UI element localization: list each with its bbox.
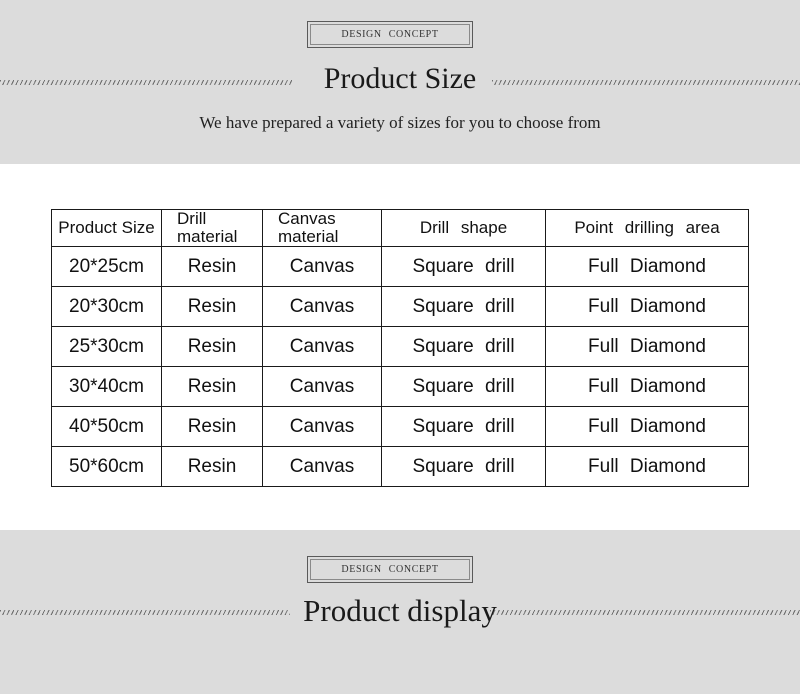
header-product-size: Product Size [51,209,162,247]
cell-drilling-area: Full Diamond [545,286,749,327]
cell-drill-material: Resin [161,406,263,447]
design-concept-label: DESIGN CONCEPT [341,564,439,575]
section-title: Product Size [323,62,477,95]
section-subtitle: We have prepared a variety of sizes for … [199,113,601,132]
cell-drill-shape: Square drill [381,286,546,327]
cell-drill-shape: Square drill [381,246,546,287]
table-row: 30*40cm Resin Canvas Square drill Full D… [51,366,749,407]
header-point-drilling-area: Point drilling area [545,209,749,247]
table-row: 50*60cm Resin Canvas Square drill Full D… [51,446,749,487]
cell-canvas-material: Canvas [262,406,382,447]
cell-drilling-area: Full Diamond [545,246,749,287]
design-concept-badge: DESIGN CONCEPT [307,556,473,583]
cell-drilling-area: Full Diamond [545,446,749,487]
section-title: Product display [303,593,497,628]
cell-drill-material: Resin [161,366,263,407]
cell-canvas-material: Canvas [262,246,382,287]
cell-drill-material: Resin [161,246,263,287]
cell-drill-material: Resin [161,446,263,487]
header-drill-material: Drill material [161,209,263,247]
cell-drill-shape: Square drill [381,446,546,487]
cell-size: 20*30cm [51,286,162,327]
cell-drill-shape: Square drill [381,326,546,367]
product-display-header-band: DESIGN CONCEPT Product display [0,530,800,694]
cell-canvas-material: Canvas [262,446,382,487]
cell-drill-shape: Square drill [381,406,546,447]
cell-canvas-material: Canvas [262,326,382,367]
cell-drilling-area: Full Diamond [545,406,749,447]
cell-size: 30*40cm [51,366,162,407]
table-header-row: Product Size Drill material Canvas mater… [51,209,749,247]
cell-drill-material: Resin [161,286,263,327]
cell-canvas-material: Canvas [262,366,382,407]
table-row: 20*30cm Resin Canvas Square drill Full D… [51,286,749,327]
cell-drill-shape: Square drill [381,366,546,407]
table-row: 20*25cm Resin Canvas Square drill Full D… [51,246,749,287]
cell-size: 20*25cm [51,246,162,287]
product-size-table: Product Size Drill material Canvas mater… [51,209,749,487]
cell-drill-material: Resin [161,326,263,367]
header-drill-shape: Drill shape [381,209,546,247]
table-row: 25*30cm Resin Canvas Square drill Full D… [51,326,749,367]
cell-size: 40*50cm [51,406,162,447]
cell-size: 25*30cm [51,326,162,367]
product-size-header-band: DESIGN CONCEPT Product Size We have prep… [0,0,800,164]
cell-drilling-area: Full Diamond [545,366,749,407]
header-canvas-material: Canvas material [262,209,382,247]
design-concept-badge: DESIGN CONCEPT [307,21,473,48]
cell-size: 50*60cm [51,446,162,487]
cell-drilling-area: Full Diamond [545,326,749,367]
design-concept-label: DESIGN CONCEPT [341,29,439,40]
cell-canvas-material: Canvas [262,286,382,327]
table-row: 40*50cm Resin Canvas Square drill Full D… [51,406,749,447]
